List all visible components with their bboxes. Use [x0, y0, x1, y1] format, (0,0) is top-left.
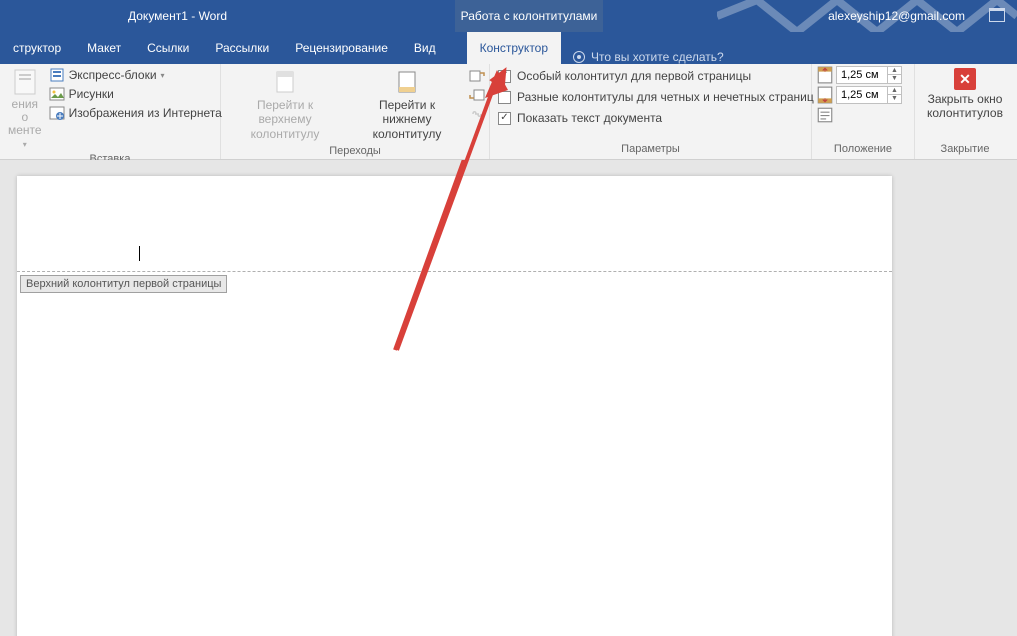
goto-footer-button[interactable]: Перейти к нижнему колонтитулу: [349, 66, 465, 141]
tab-constructor-truncated[interactable]: структор: [0, 32, 74, 64]
header-section-tag: Верхний колонтитул первой страницы: [20, 275, 227, 293]
header-distance-input[interactable]: ▲▼: [836, 66, 902, 84]
online-pictures-icon: [49, 105, 65, 121]
link-next-icon[interactable]: [469, 87, 485, 103]
align-tab-icon[interactable]: [816, 106, 834, 124]
spin-down-icon[interactable]: ▼: [888, 75, 901, 83]
group-label-position: Положение: [812, 141, 914, 159]
header-from-top-icon: [816, 66, 834, 84]
group-close: ✕ Закрыть окно колонтитулов Закрытие: [915, 64, 1015, 159]
odd-even-pages-checkbox[interactable]: [498, 91, 511, 104]
tab-layout[interactable]: Макет: [74, 32, 134, 64]
lightbulb-icon: [573, 51, 585, 63]
pictures-button[interactable]: Рисунки: [46, 85, 225, 103]
title-bar: Документ1 - Word Работа с колонтитулами …: [0, 0, 1017, 32]
header-boundary-line: [17, 271, 892, 272]
document-title: Документ1 - Word: [128, 9, 227, 23]
goto-header-button: Перейти к верхнему колонтитулу: [225, 66, 345, 141]
show-document-text-checkbox[interactable]: [498, 112, 511, 125]
group-insert: ения о менте ▾ Экспресс-блоки ▾ Рисунки …: [0, 64, 221, 159]
tab-design-active[interactable]: Конструктор: [467, 32, 561, 64]
close-icon: ✕: [954, 68, 976, 90]
group-navigation: Перейти к верхнему колонтитулу Перейти к…: [221, 64, 490, 159]
group-label-options: Параметры: [490, 141, 811, 159]
quick-parts-button[interactable]: Экспресс-блоки ▾: [46, 66, 225, 84]
tab-view[interactable]: Вид: [401, 32, 449, 64]
online-pictures-button[interactable]: Изображения из Интернета: [46, 104, 225, 122]
footer-from-bottom-icon: [816, 86, 834, 104]
ribbon-tabs: структор Макет Ссылки Рассылки Рецензиро…: [0, 32, 1017, 64]
tab-review[interactable]: Рецензирование: [282, 32, 401, 64]
document-info-button: ения о менте ▾: [4, 66, 46, 149]
spin-up-icon[interactable]: ▲: [888, 87, 901, 95]
spin-down-icon[interactable]: ▼: [888, 95, 901, 103]
group-label-close: Закрытие: [915, 141, 1015, 159]
contextual-tab-label: Работа с колонтитулами: [455, 0, 603, 32]
group-position: ▲▼ ▲▼ Положение: [812, 64, 915, 159]
footer-distance-input[interactable]: ▲▼: [836, 86, 902, 104]
tab-references[interactable]: Ссылки: [134, 32, 202, 64]
group-label-navigation: Переходы: [221, 143, 489, 159]
picture-icon: [49, 86, 65, 102]
different-first-page-checkbox[interactable]: [498, 70, 511, 83]
show-document-text-label: Показать текст документа: [517, 111, 662, 125]
tell-me-search[interactable]: Что вы хотите сделать?: [561, 50, 736, 64]
link-icon: [469, 106, 485, 122]
tab-mailings[interactable]: Рассылки: [202, 32, 282, 64]
tell-me-placeholder: Что вы хотите сделать?: [591, 50, 724, 64]
quick-parts-icon: [49, 67, 65, 83]
close-header-footer-button[interactable]: ✕ Закрыть окно колонтитулов: [923, 66, 1007, 139]
document-page[interactable]: Верхний колонтитул первой страницы: [17, 176, 892, 636]
group-options: Особый колонтитул для первой страницы Ра…: [490, 64, 812, 159]
link-previous-icon[interactable]: [469, 68, 485, 84]
window-maximize-icon[interactable]: [989, 8, 1005, 22]
different-first-page-label: Особый колонтитул для первой страницы: [517, 69, 751, 83]
text-cursor: [139, 246, 140, 261]
spin-up-icon[interactable]: ▲: [888, 67, 901, 75]
ribbon: ения о менте ▾ Экспресс-блоки ▾ Рисунки …: [0, 64, 1017, 160]
document-canvas[interactable]: Верхний колонтитул первой страницы: [0, 160, 1017, 636]
user-email: alexeyship12@gmail.com: [828, 9, 965, 23]
odd-even-pages-label: Разные колонтитулы для четных и нечетных…: [517, 90, 814, 104]
